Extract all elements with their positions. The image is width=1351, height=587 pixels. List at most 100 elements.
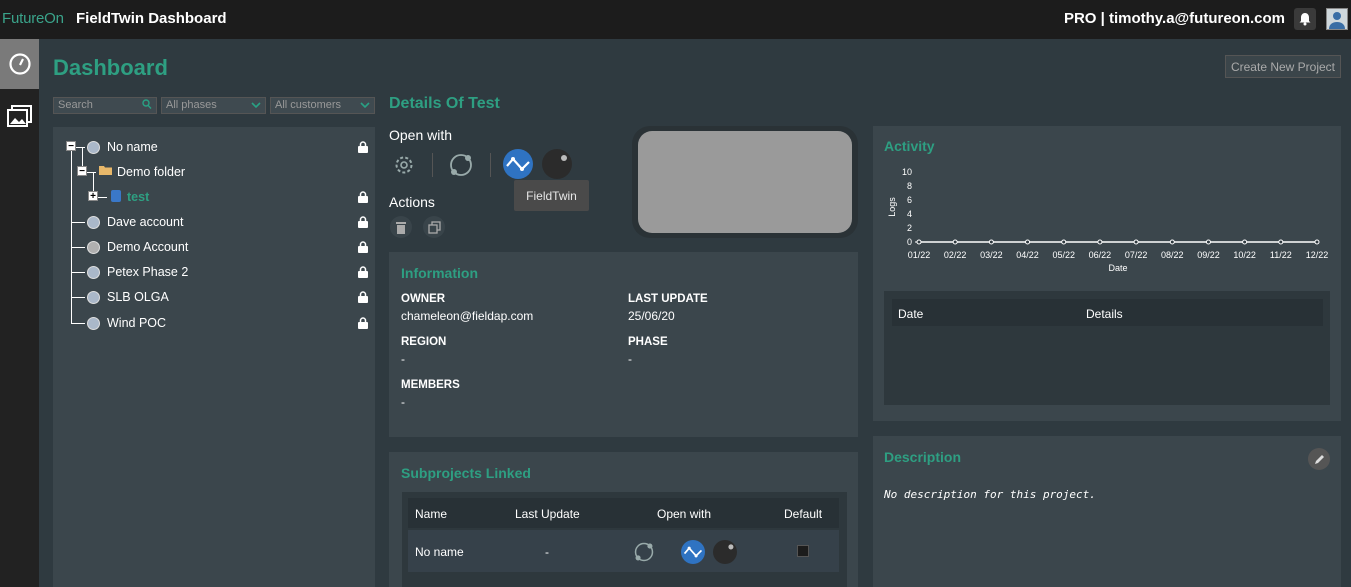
tree-item[interactable]: Wind POC	[87, 313, 166, 333]
tree-line	[71, 247, 85, 248]
x-tick-label: 01/22	[908, 250, 931, 260]
collapse-toggle[interactable]: −	[77, 166, 87, 177]
activity-chart: 0 2 4 6 8 10 01/22 02/22 03/22 04/22 05/22 06/22 07/…	[887, 167, 1329, 273]
data-point	[988, 239, 994, 245]
data-point	[1133, 239, 1139, 245]
subprojects-table-header	[408, 498, 839, 528]
tree-item-label: test	[127, 190, 150, 204]
project-icon	[111, 189, 121, 205]
data-point	[1242, 239, 1248, 245]
x-tick-label: 03/22	[980, 250, 1003, 260]
tree-item-label: Dave account	[107, 215, 184, 229]
tree-item-label: Petex Phase 2	[107, 265, 189, 279]
x-tick-label: 04/22	[1016, 250, 1039, 260]
user-account-label[interactable]: PRO | timothy.a@futureon.com	[1064, 10, 1285, 27]
expand-toggle[interactable]: +	[88, 191, 98, 202]
tree-line	[71, 323, 85, 324]
x-axis-label: Date	[1108, 263, 1127, 273]
tree-item[interactable]: test	[111, 187, 149, 207]
notifications-bell-icon[interactable]	[1294, 8, 1316, 30]
account-icon	[87, 290, 100, 304]
subproject-open-fieldtwin-button[interactable]	[681, 540, 705, 564]
copy-icon	[427, 220, 441, 234]
y-tick-label: 6	[907, 195, 912, 205]
tree-item[interactable]: Demo folder	[99, 162, 185, 182]
top-bar: FutureOn FieldTwin Dashboard PRO | timot…	[0, 0, 1351, 39]
open-with-alt-button[interactable]	[542, 149, 572, 179]
open-with-cycle-button[interactable]	[446, 150, 476, 180]
data-point	[1169, 239, 1175, 245]
x-tick-label: 07/22	[1125, 250, 1148, 260]
tooltip: FieldTwin	[514, 180, 589, 211]
create-new-project-button[interactable]: Create New Project	[1225, 55, 1341, 78]
edit-description-button[interactable]	[1308, 448, 1330, 470]
rail-gallery[interactable]	[0, 91, 39, 141]
collapse-toggle[interactable]: −	[66, 141, 76, 152]
region-value: -	[401, 352, 405, 366]
tree-item[interactable]: Demo Account	[87, 237, 188, 257]
duplicate-button[interactable]	[423, 216, 445, 238]
phase-label: PHASE	[628, 336, 668, 348]
data-point	[1205, 239, 1211, 245]
data-point	[1097, 239, 1103, 245]
owner-value: chameleon@fieldap.com	[401, 309, 534, 323]
tree-item[interactable]: Dave account	[87, 212, 183, 232]
customer-filter-select[interactable]: All customers	[270, 97, 375, 114]
tree-item-label: No name	[107, 140, 158, 154]
region-label: REGION	[401, 336, 447, 348]
tree-item[interactable]: Petex Phase 2	[87, 262, 188, 282]
y-tick-label: 10	[902, 167, 912, 177]
tree-line	[71, 272, 85, 273]
account-icon	[87, 215, 100, 229]
lock-icon	[358, 241, 368, 253]
phase-filter-value: All phases	[166, 99, 217, 111]
phase-value: -	[628, 352, 632, 366]
rail-dashboard[interactable]	[0, 39, 39, 89]
search-input[interactable]: Search	[53, 97, 157, 114]
settings-button[interactable]	[389, 150, 419, 180]
open-with-fieldtwin-button[interactable]	[503, 149, 533, 179]
actions-label: Actions	[389, 194, 435, 210]
tree-item-label: Demo folder	[117, 165, 186, 179]
column-header: Date	[898, 307, 924, 321]
account-icon	[87, 240, 100, 254]
y-tick-label: 8	[907, 181, 912, 191]
x-tick-label: 12/22	[1306, 250, 1329, 260]
x-tick-label: 05/22	[1052, 250, 1075, 260]
lock-icon	[358, 317, 368, 329]
fieldtwin-wave-icon	[683, 546, 703, 558]
delete-button[interactable]	[390, 216, 412, 238]
project-preview[interactable]	[632, 126, 858, 238]
search-placeholder: Search	[58, 99, 93, 111]
preview-thumbnail	[638, 131, 852, 233]
account-icon	[87, 265, 100, 279]
subproject-open-alt-button[interactable]	[713, 540, 737, 564]
subproject-last-update: -	[545, 545, 549, 559]
information-title: Information	[401, 265, 478, 281]
data-point	[1061, 239, 1067, 245]
activity-title: Activity	[884, 138, 935, 154]
data-point	[952, 239, 958, 245]
subproject-name: No name	[415, 545, 464, 559]
tree-item[interactable]: SLB OLGA	[87, 287, 169, 307]
column-header: Name	[415, 507, 448, 521]
x-tick-label: 09/22	[1197, 250, 1220, 260]
data-point	[916, 239, 922, 245]
user-avatar-icon[interactable]	[1326, 8, 1348, 30]
trash-icon	[396, 221, 406, 234]
tree-item[interactable]: No name	[87, 137, 158, 157]
fieldtwin-wave-icon	[506, 157, 530, 171]
pencil-icon	[1314, 454, 1324, 464]
gear-icon	[395, 156, 413, 174]
chevron-down-icon	[360, 99, 370, 114]
phase-filter-select[interactable]: All phases	[161, 97, 266, 114]
subproject-open-cycle-button[interactable]	[632, 540, 656, 564]
table-row[interactable]	[408, 530, 839, 572]
lock-icon	[358, 291, 368, 303]
app-title: FieldTwin Dashboard	[76, 10, 227, 27]
y-axis-label: Logs	[887, 197, 897, 217]
default-checkbox[interactable]	[797, 545, 809, 557]
separator	[490, 153, 491, 177]
account-icon	[87, 140, 100, 154]
page-title: Dashboard	[53, 55, 168, 80]
